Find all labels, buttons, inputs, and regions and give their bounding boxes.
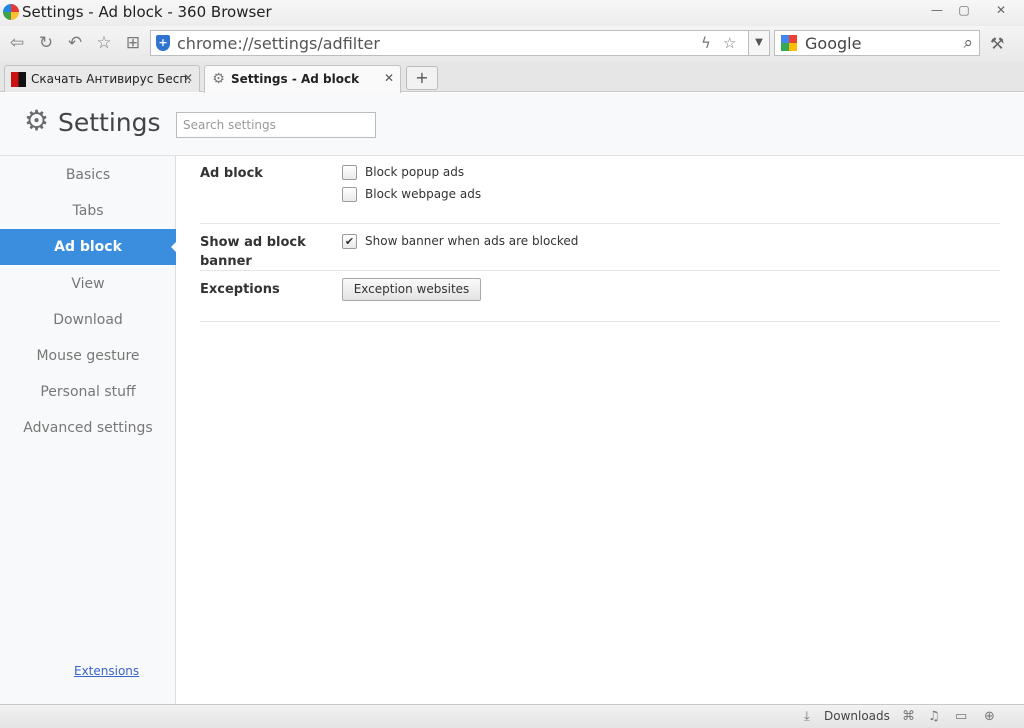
search-engine-name: Google [805,34,862,53]
show-banner-checkbox[interactable]: ✔ [342,234,357,249]
screen-icon[interactable]: ▭ [955,709,967,724]
site-favicon-icon [11,72,26,87]
ad-block-section-label: Ad block [200,166,263,181]
extensions-link[interactable]: Extensions [74,664,139,678]
downloads-label[interactable]: Downloads [824,709,890,723]
close-tab-icon[interactable]: ✕ [384,71,394,85]
section-divider [200,270,1000,271]
settings-content: Ad block Block popup ads Block webpage a… [177,156,1024,704]
sidebar-item-mouse-gesture[interactable]: Mouse gesture [0,338,176,374]
exception-websites-button[interactable]: Exception websites [342,278,481,301]
search-box[interactable]: Google ⌕ [774,30,980,56]
sound-icon[interactable]: ♫ [928,709,940,724]
tab-settings[interactable]: ⚙ Settings - Ad block ✕ [204,65,401,93]
block-popup-ads-label[interactable]: Block popup ads [365,165,464,179]
refresh-icon[interactable]: ↻ [35,33,57,53]
status-bar: ⤓ Downloads ⌘ ♫ ▭ ⊕ [0,704,1024,728]
banner-label-line2: banner [200,254,252,269]
search-icon[interactable]: ⌕ [963,33,973,53]
360-browser-logo-icon [3,4,19,20]
back-arrow-icon[interactable]: ⇦ [6,33,28,53]
sidebar-item-ad-block[interactable]: Ad block [0,229,177,265]
gear-icon: ⚙ [212,71,225,87]
lightning-icon[interactable]: ϟ [701,34,711,52]
settings-gear-icon: ⚙ [24,104,50,137]
tools-wrench-icon[interactable]: ⚒ [990,34,1004,53]
new-tab-button[interactable]: + [406,66,438,90]
apps-grid-icon[interactable]: ⊞ [122,33,144,53]
settings-sidebar: Basics Tabs Ad block View Download Mouse… [0,156,177,704]
minimize-button[interactable]: — [926,2,948,18]
bookmark-star-icon[interactable]: ☆ [723,34,736,52]
tab-strip: Скачать Антивирус Бесп. ✕ ⚙ Settings - A… [0,62,1024,93]
undo-icon[interactable]: ↶ [64,33,86,53]
sidebar-item-advanced-settings[interactable]: Advanced settings [0,410,176,446]
banner-section-label: Show ad block banner [200,233,306,271]
tab-antivirus[interactable]: Скачать Антивирус Бесп. ✕ [4,65,200,92]
navigation-toolbar: ⇦ ↻ ↶ ☆ ⊞ + chrome://settings/adfilter ϟ… [0,26,1024,62]
zoom-icon[interactable]: ⊕ [984,709,995,724]
show-banner-label[interactable]: Show banner when ads are blocked [365,234,578,248]
close-window-button[interactable]: ✕ [990,2,1012,18]
tab-title: Скачать Антивирус Бесп. [31,72,192,86]
banner-label-line1: Show ad block [200,235,306,250]
favorites-star-icon[interactable]: ☆ [93,33,115,53]
exceptions-section-label: Exceptions [200,282,280,297]
download-icon[interactable]: ⤓ [804,709,810,724]
section-divider [200,321,1000,322]
title-bar: Settings - Ad block - 360 Browser — ▢ ✕ [0,0,1024,26]
block-popup-ads-checkbox[interactable] [342,165,357,180]
address-dropdown-icon[interactable]: ▼ [748,30,770,56]
address-bar[interactable]: + chrome://settings/adfilter ϟ ☆ [150,30,770,56]
sidebar-item-download[interactable]: Download [0,302,176,338]
sidebar-item-view[interactable]: View [0,266,176,302]
search-settings-input[interactable] [176,112,376,138]
section-divider [200,223,1000,224]
close-tab-icon[interactable]: ✕ [183,71,193,85]
page-title: Settings [58,108,161,137]
trash-icon[interactable]: ⌘ [902,709,915,724]
sidebar-item-basics[interactable]: Basics [0,157,176,193]
address-url[interactable]: chrome://settings/adfilter [177,34,380,53]
tab-title: Settings - Ad block [231,72,360,86]
google-logo-icon [781,35,797,51]
window-title: Settings - Ad block - 360 Browser [22,3,272,21]
block-webpage-ads-label[interactable]: Block webpage ads [365,187,481,201]
sidebar-item-personal-stuff[interactable]: Personal stuff [0,374,176,410]
restore-button[interactable]: ▢ [953,2,975,18]
sidebar-item-tabs[interactable]: Tabs [0,193,176,229]
security-shield-icon: + [156,35,170,51]
settings-header: ⚙ Settings [0,93,1024,156]
block-webpage-ads-checkbox[interactable] [342,187,357,202]
